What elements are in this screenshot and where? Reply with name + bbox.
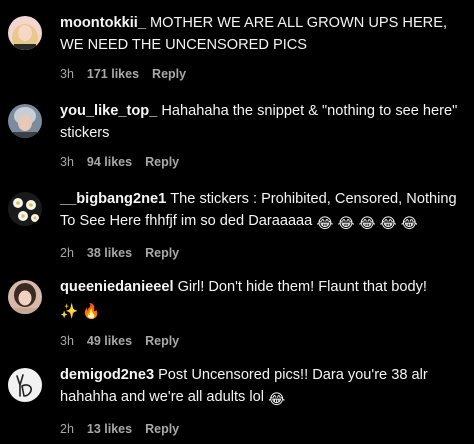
comment-text: demigod2ne3 Post Uncensored pics!! Dara y…: [60, 364, 464, 411]
avatar[interactable]: [8, 280, 42, 314]
sparkles-fire-emoji-icon: ✨ 🔥: [60, 304, 101, 320]
comment-time: 2h: [60, 246, 74, 260]
comment-meta: 3h 94 likes Reply: [60, 155, 464, 169]
comment-text: moontokkii_ MOTHER WE ARE ALL GROWN UPS H…: [60, 15, 448, 53]
reply-button[interactable]: Reply: [145, 422, 179, 436]
likes-count[interactable]: 13 likes: [87, 422, 132, 436]
comment-text: queeniedanieeel Girl! Don't hide them! Fl…: [60, 276, 464, 323]
avatar[interactable]: [8, 16, 42, 50]
comment-time: 3h: [60, 67, 74, 81]
avatar-peace-hand-icon: [8, 368, 42, 402]
avatar-dark-hair-person-icon: [8, 280, 42, 314]
avatar-silver-hair-person-icon: [8, 104, 42, 138]
comment-meta: 3h 171 likes Reply: [60, 67, 464, 81]
avatar[interactable]: [8, 192, 42, 226]
comment-username[interactable]: demigod2ne3: [60, 367, 154, 383]
reply-button[interactable]: Reply: [145, 334, 179, 348]
likes-count[interactable]: 49 likes: [87, 334, 132, 348]
avatar[interactable]: [8, 104, 42, 138]
comment-meta: 2h 13 likes Reply: [60, 422, 464, 436]
comment-username[interactable]: __bigbang2ne1: [60, 191, 166, 207]
likes-count[interactable]: 171 likes: [87, 67, 139, 81]
likes-count[interactable]: 94 likes: [87, 155, 132, 169]
comment-username[interactable]: moontokkii_: [60, 15, 146, 31]
comment-username[interactable]: queeniedanieeel: [60, 279, 174, 295]
reply-button[interactable]: Reply: [152, 67, 186, 81]
comment-meta: 2h 38 likes Reply: [60, 246, 464, 260]
laughing-emoji-icon: 😂 😂 😂 😂 😂: [316, 216, 418, 232]
comment-time: 3h: [60, 155, 74, 169]
comment-text: __bigbang2ne1 The stickers : Prohibited, …: [60, 188, 464, 235]
reply-button[interactable]: Reply: [145, 246, 179, 260]
comment-text: you_like_top_ Hahahaha the snippet & "not…: [60, 103, 458, 141]
reply-button[interactable]: Reply: [145, 155, 179, 169]
laughing-emoji-icon: 😂: [268, 392, 286, 408]
avatar[interactable]: [8, 368, 42, 402]
comment-time: 3h: [60, 334, 74, 348]
comment-username[interactable]: you_like_top_: [60, 103, 157, 119]
avatar-daisy-flowers-icon: [8, 192, 42, 226]
likes-count[interactable]: 38 likes: [87, 246, 132, 260]
comment-meta: 3h 49 likes Reply: [60, 334, 464, 348]
comment-time: 2h: [60, 422, 74, 436]
avatar-blonde-person-icon: [8, 16, 42, 50]
